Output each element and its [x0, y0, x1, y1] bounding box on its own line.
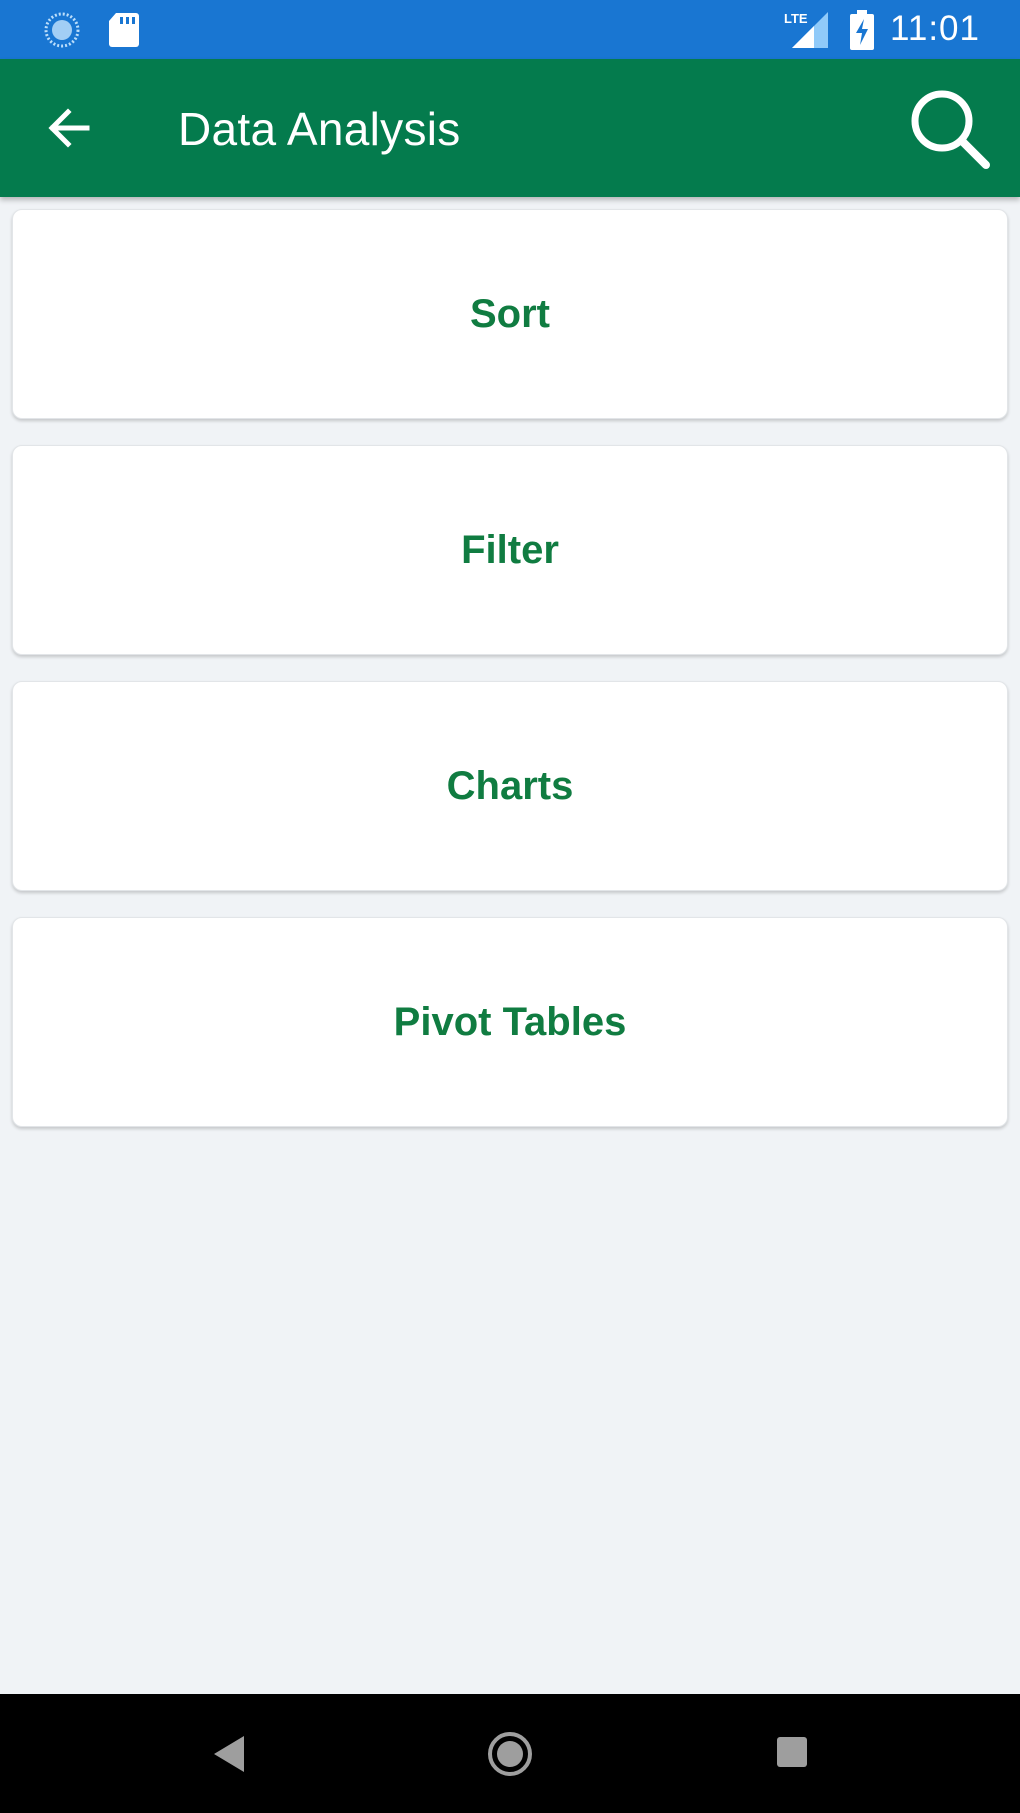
page-title: Data Analysis: [178, 103, 461, 155]
status-bar: LTE 11:01: [0, 0, 1020, 59]
system-nav-bar: [0, 1694, 1020, 1813]
sort-label: Sort: [470, 291, 550, 336]
pivot-tables-label: Pivot Tables: [393, 999, 627, 1044]
lte-signal-icon: LTE: [784, 11, 828, 48]
nav-home-icon[interactable]: [486, 1730, 534, 1778]
nav-back-icon[interactable]: [208, 1732, 248, 1776]
battery-charging-icon: [850, 10, 874, 50]
pivot-tables-card[interactable]: Pivot Tables: [12, 917, 1008, 1127]
app-bar: Data Analysis: [0, 59, 1020, 197]
status-time: 11:01: [890, 9, 980, 48]
screen: LTE 11:01 Data Analysis Sort Filter Char…: [0, 0, 1020, 1813]
arrow-back-icon[interactable]: [40, 99, 98, 157]
nav-recents-icon[interactable]: [777, 1737, 807, 1767]
sort-card[interactable]: Sort: [12, 209, 1008, 419]
charts-card[interactable]: Charts: [12, 681, 1008, 891]
menu-list: Sort Filter Charts Pivot Tables: [12, 209, 1008, 1153]
sd-card-icon: [109, 13, 139, 47]
filter-card[interactable]: Filter: [12, 445, 1008, 655]
charts-label: Charts: [446, 763, 574, 808]
filter-label: Filter: [461, 527, 559, 572]
loading-icon: [44, 12, 80, 48]
search-icon[interactable]: [906, 85, 992, 171]
svg-text:LTE: LTE: [784, 11, 808, 26]
